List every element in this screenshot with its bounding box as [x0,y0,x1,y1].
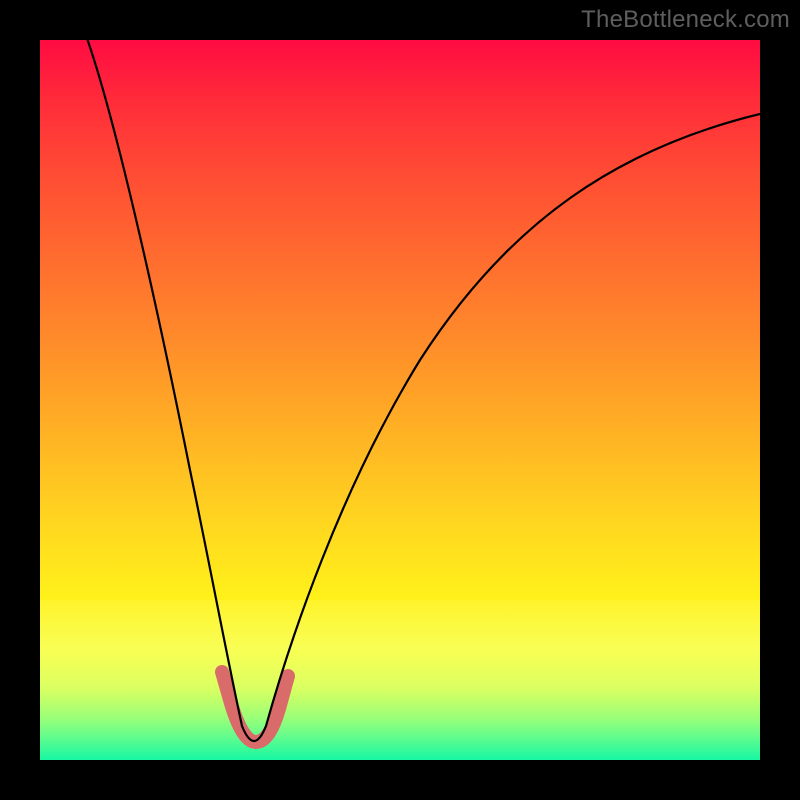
gradient-band-overlay [40,600,760,760]
curve-layer [40,40,760,760]
plot-area [40,40,760,760]
watermark-text: TheBottleneck.com [581,6,790,34]
bottleneck-curve [84,40,760,741]
valley-marker [222,672,288,742]
chart-frame: TheBottleneck.com [0,0,800,800]
